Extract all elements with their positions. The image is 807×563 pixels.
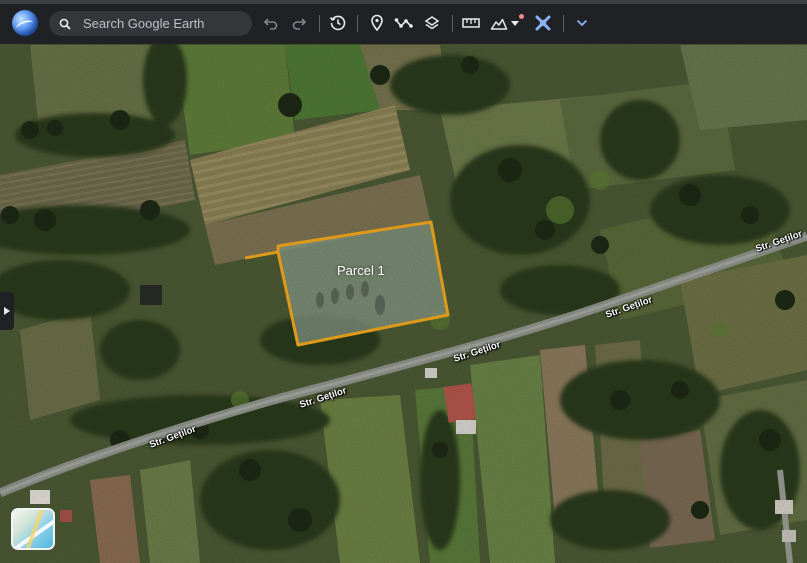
google-earth-app: Parcel 1 Str. Geților Str. Geților Str. … (0, 0, 807, 563)
projects-button[interactable] (532, 12, 554, 34)
measure-button[interactable] (460, 12, 482, 34)
toolbar-top-line (0, 0, 807, 4)
map-style-button[interactable] (488, 12, 510, 34)
historical-imagery-button[interactable] (327, 12, 349, 34)
historical-imagery-icon (329, 15, 346, 31)
search-input[interactable] (83, 16, 243, 31)
add-path-button[interactable] (393, 12, 415, 34)
satellite-map[interactable] (0, 0, 807, 563)
measure-icon (462, 18, 480, 28)
add-placemark-button[interactable] (366, 12, 388, 34)
search-bar[interactable] (49, 11, 252, 36)
toolbar-separator (563, 15, 564, 32)
undo-button[interactable] (260, 12, 282, 34)
redo-icon (292, 18, 307, 30)
texture (0, 0, 807, 563)
chevron-right-icon (4, 307, 10, 315)
toolbar-separator (319, 15, 320, 32)
layers-button[interactable] (421, 12, 443, 34)
side-panel-toggle[interactable] (0, 292, 14, 330)
notification-dot (519, 14, 524, 19)
map-layer-toggle[interactable] (11, 508, 55, 550)
projects-icon (535, 15, 551, 31)
layers-icon (424, 16, 440, 30)
chevron-down-icon[interactable] (511, 21, 519, 27)
expand-icon (576, 19, 588, 27)
toolbar-separator (357, 15, 358, 32)
undo-icon (263, 18, 278, 30)
search-icon (59, 18, 71, 30)
parcel-label[interactable]: Parcel 1 (337, 263, 385, 278)
google-earth-logo-icon[interactable] (12, 10, 38, 36)
add-placemark-icon (371, 14, 383, 32)
redo-button[interactable] (288, 12, 310, 34)
toolbar-separator (452, 15, 453, 32)
top-toolbar (0, 0, 807, 44)
add-path-icon (394, 18, 413, 28)
expand-toolbar-button[interactable] (571, 12, 593, 34)
map-style-icon (490, 18, 508, 30)
